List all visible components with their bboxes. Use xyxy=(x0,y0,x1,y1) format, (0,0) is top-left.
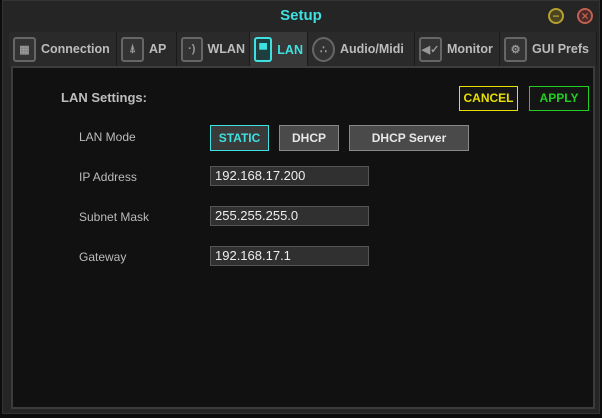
subnet-mask-input[interactable]: 255.255.255.0 xyxy=(210,206,369,226)
tab-lan[interactable]: ▀ LAN xyxy=(250,32,308,67)
apply-button[interactable]: APPLY xyxy=(529,86,589,111)
lan-settings-panel: LAN Settings: CANCEL APPLY LAN Mode STAT… xyxy=(11,66,595,409)
tab-label: WLAN xyxy=(207,42,246,56)
tab-audio-midi[interactable]: ∴ Audio/Midi xyxy=(308,32,415,66)
lan-mode-label: LAN Mode xyxy=(79,130,136,144)
tab-label: GUI Prefs xyxy=(532,42,589,56)
tab-label: Audio/Midi xyxy=(340,42,404,56)
gateway-label: Gateway xyxy=(79,250,127,264)
tab-label: AP xyxy=(149,42,167,56)
antenna-icon: ⍋ xyxy=(121,36,144,62)
cancel-button[interactable]: CANCEL xyxy=(459,86,518,111)
subnet-mask-label: Subnet Mask xyxy=(79,210,150,224)
speaker-check-icon: ◀✓ xyxy=(419,36,442,62)
tab-gui-prefs[interactable]: ⚙ GUI Prefs xyxy=(500,32,597,66)
gateway-input[interactable]: 192.168.17.1 xyxy=(210,246,369,266)
tab-bar: ▦ Connection ⍋ AP ·) WLAN ▀ LAN ∴ Audio/Midi … xyxy=(9,32,597,67)
tab-connection[interactable]: ▦ Connection xyxy=(9,32,117,66)
dhcp-mode-button[interactable]: DHCP xyxy=(279,125,339,151)
tab-monitor[interactable]: ◀✓ Monitor xyxy=(415,32,500,66)
ethernet-port-icon: ▀ xyxy=(254,37,273,62)
wireless-icon: ·) xyxy=(181,36,203,62)
mixer-icon: ▦ xyxy=(13,36,36,62)
tab-label: Monitor xyxy=(447,42,493,56)
tab-label: LAN xyxy=(277,42,303,57)
ip-address-input[interactable]: 192.168.17.200 xyxy=(210,166,369,186)
midi-connector-icon: ∴ xyxy=(312,36,335,62)
dhcp-server-mode-button[interactable]: DHCP Server xyxy=(349,125,469,151)
tab-wlan[interactable]: ·) WLAN xyxy=(177,32,250,66)
static-mode-button[interactable]: STATIC xyxy=(210,125,269,151)
tab-ap[interactable]: ⍋ AP xyxy=(117,32,177,66)
setup-window: Setup − × ▦ Connection ⍋ AP ·) WLAN ▀ LAN ∴ A… xyxy=(2,0,600,414)
gears-icon: ⚙ xyxy=(504,36,527,62)
tab-label: Connection xyxy=(41,42,110,56)
minimize-button[interactable]: − xyxy=(548,8,564,24)
ip-address-label: IP Address xyxy=(79,170,137,184)
window-title: Setup xyxy=(280,7,322,24)
close-button[interactable]: × xyxy=(577,8,593,24)
section-heading: LAN Settings: xyxy=(61,90,147,105)
